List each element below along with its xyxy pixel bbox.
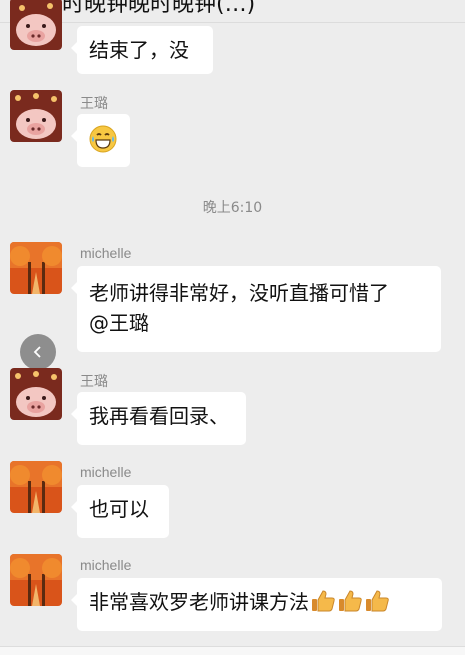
pig-avatar[interactable] xyxy=(10,90,62,142)
autumn-avatar[interactable] xyxy=(10,461,62,513)
autumn-avatar[interactable] xyxy=(10,554,62,606)
message-bubble[interactable]: 也可以 xyxy=(71,485,169,538)
sender-name: 王璐 xyxy=(80,373,108,389)
sender-name: michelle xyxy=(80,557,132,573)
message-text: 非常喜欢罗老师讲课方法 xyxy=(89,590,309,614)
timestamp: 晚上6:10 xyxy=(202,200,263,216)
message-bubble[interactable]: 老师讲得非常好，没听直播可惜了 @王璐 xyxy=(71,266,441,352)
grinning-sweat-emoji xyxy=(89,125,117,153)
chat-header: 〈 一时晚钟晚时晚钟(…) xyxy=(0,0,465,23)
autumn-avatar[interactable] xyxy=(10,242,62,294)
message-line: 老师讲得非常好，没听直播可惜了 xyxy=(89,281,389,305)
thumbs-up-icon xyxy=(366,590,389,612)
message-bubble[interactable]: 非常喜欢罗老师讲课方法 xyxy=(71,578,442,631)
pig-avatar[interactable] xyxy=(10,368,62,420)
sender-name: michelle xyxy=(80,245,132,261)
thumbs-up-icon xyxy=(339,590,362,612)
message-line: @王璐 xyxy=(89,311,149,335)
input-bar-edge xyxy=(0,646,465,655)
chevron-left-icon xyxy=(33,346,41,358)
sender-name: 王璐 xyxy=(80,95,108,111)
sender-name: michelle xyxy=(80,464,132,480)
chat-title: 一时晚钟晚时晚钟(…) xyxy=(40,0,256,17)
chat-screen: 〈 一时晚钟晚时晚钟(…) 结束了，没 xyxy=(0,0,465,655)
floating-back-button[interactable] xyxy=(20,334,56,370)
pig-avatar[interactable] xyxy=(10,0,62,50)
message-bubble[interactable] xyxy=(71,114,130,167)
message-bubble[interactable]: 我再看看回录、 xyxy=(71,392,246,445)
thumbs-up-icon xyxy=(312,590,335,612)
message-bubble[interactable]: 结束了，没 xyxy=(71,26,213,74)
